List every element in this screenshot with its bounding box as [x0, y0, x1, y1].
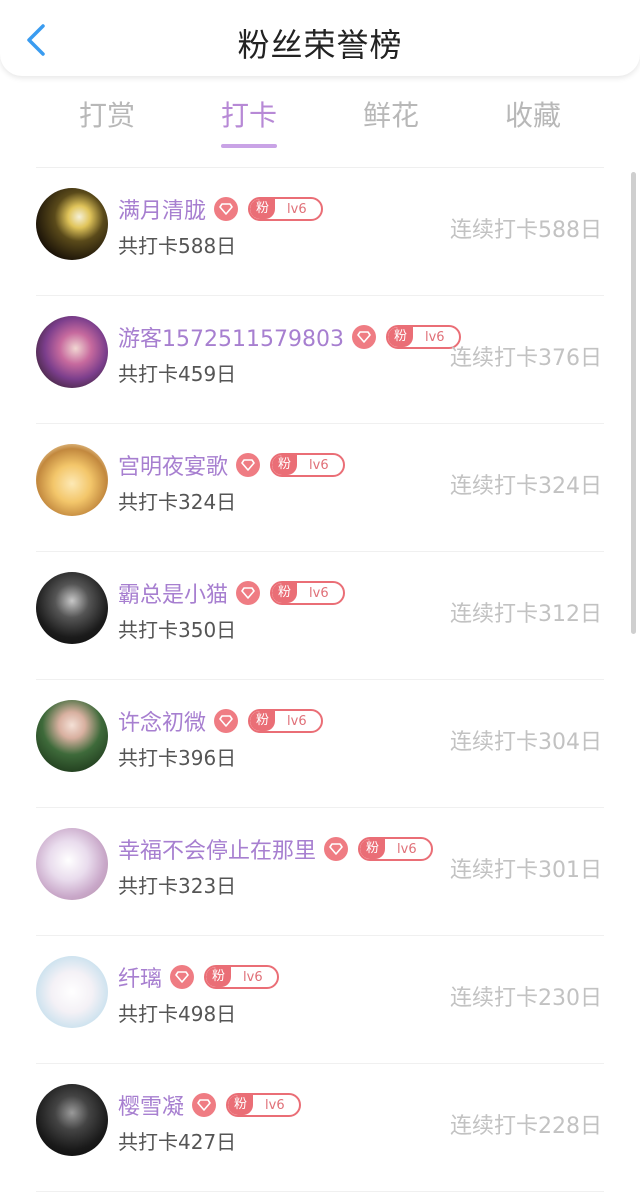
fan-name[interactable]: 樱雪凝: [118, 1089, 184, 1121]
total-checkins: 共打卡498日: [118, 1002, 237, 1026]
streak-checkins: 连续打卡301日: [450, 858, 602, 883]
avatar[interactable]: [36, 444, 108, 516]
fan-level-badge: 粉 lv6: [270, 453, 345, 477]
name-line: 幸福不会停止在那里 粉 lv6: [118, 832, 433, 866]
streak-checkins: 连续打卡312日: [450, 602, 602, 627]
fan-level-badge: 粉 lv6: [226, 1093, 301, 1117]
fan-level-badge: 粉 lv6: [358, 837, 433, 861]
tab-label: 打卡: [220, 99, 277, 132]
tab-bar: 打赏 打卡 鲜花 收藏: [0, 94, 640, 150]
diamond-icon: [236, 581, 261, 605]
tab-favorites[interactable]: 收藏: [473, 94, 593, 150]
avatar[interactable]: [36, 956, 108, 1028]
tab-underline: [221, 144, 277, 148]
fan-name[interactable]: 许念初微: [118, 705, 206, 737]
diamond-icon: [192, 1093, 217, 1117]
name-line: 满月清胧 粉 lv6: [118, 192, 323, 226]
fan-row[interactable]: 樱雪凝 粉 lv6 共打卡427日 连续打卡228日: [0, 1064, 640, 1192]
total-checkins: 共打卡588日: [118, 234, 237, 258]
fan-level-badge: 粉 lv6: [204, 965, 279, 989]
tab-checkin[interactable]: 打卡: [189, 94, 309, 150]
fan-badge-label: 粉: [360, 839, 386, 859]
fan-level: lv6: [309, 585, 329, 601]
fan-name[interactable]: 游客1572511579803: [118, 321, 344, 353]
scrollbar[interactable]: [631, 172, 636, 634]
tab-flowers[interactable]: 鲜花: [331, 94, 451, 150]
fan-level: lv6: [265, 1097, 285, 1113]
diamond-icon: [170, 965, 195, 989]
fan-level: lv6: [243, 969, 263, 985]
top-bar: 粉丝荣誉榜: [0, 0, 640, 76]
fan-badge-label: 粉: [206, 967, 232, 987]
total-checkins: 共打卡324日: [118, 490, 237, 514]
streak-checkins: 连续打卡304日: [450, 730, 602, 755]
diamond-icon: [214, 709, 239, 733]
fan-row[interactable]: 霸总是小猫 粉 lv6 共打卡350日 连续打卡312日: [0, 552, 640, 680]
total-checkins: 共打卡350日: [118, 618, 237, 642]
name-line: 游客1572511579803 粉 lv6: [118, 320, 461, 354]
fan-level-badge: 粉 lv6: [270, 581, 345, 605]
fan-name[interactable]: 满月清胧: [118, 193, 206, 225]
total-checkins: 共打卡323日: [118, 874, 237, 898]
fan-badge-label: 粉: [387, 327, 413, 347]
total-checkins: 共打卡427日: [118, 1130, 237, 1154]
fan-badge-label: 粉: [272, 583, 298, 603]
streak-checkins: 连续打卡324日: [450, 474, 602, 499]
fan-badge-label: 粉: [228, 1095, 254, 1115]
fan-row[interactable]: 纤璃 粉 lv6 共打卡498日 连续打卡230日: [0, 936, 640, 1064]
fan-badge-label: 粉: [250, 711, 276, 731]
tab-label: 打赏: [78, 99, 135, 132]
avatar[interactable]: [36, 188, 108, 260]
fan-row[interactable]: 幸福不会停止在那里 粉 lv6 共打卡323日 连续打卡301日: [0, 808, 640, 936]
fan-row[interactable]: 满月清胧 粉 lv6 共打卡588日 连续打卡588日: [0, 168, 640, 296]
fan-name[interactable]: 纤璃: [118, 961, 162, 993]
fan-level: lv6: [309, 457, 329, 473]
streak-checkins: 连续打卡376日: [450, 346, 602, 371]
fan-badge-label: 粉: [272, 455, 298, 475]
total-checkins: 共打卡459日: [118, 362, 237, 386]
name-line: 樱雪凝 粉 lv6: [118, 1088, 301, 1122]
fan-name[interactable]: 宫明夜宴歌: [118, 449, 228, 481]
avatar[interactable]: [36, 1084, 108, 1156]
tab-reward[interactable]: 打赏: [47, 94, 167, 150]
fan-name[interactable]: 幸福不会停止在那里: [118, 833, 316, 865]
name-line: 许念初微 粉 lv6: [118, 704, 323, 738]
fan-row[interactable]: 宫明夜宴歌 粉 lv6 共打卡324日 连续打卡324日: [0, 424, 640, 552]
avatar[interactable]: [36, 316, 108, 388]
fan-level: lv6: [397, 841, 417, 857]
streak-checkins: 连续打卡230日: [450, 986, 602, 1011]
diamond-icon: [324, 837, 349, 861]
total-checkins: 共打卡396日: [118, 746, 237, 770]
fan-name[interactable]: 霸总是小猫: [118, 577, 228, 609]
fan-level-badge: 粉 lv6: [248, 197, 323, 221]
avatar[interactable]: [36, 828, 108, 900]
diamond-icon: [236, 453, 261, 477]
diamond-icon: [214, 197, 239, 221]
avatar[interactable]: [36, 572, 108, 644]
tab-label: 收藏: [504, 99, 561, 132]
fan-badge-label: 粉: [250, 199, 276, 219]
tab-label: 鲜花: [362, 99, 419, 132]
fan-row[interactable]: 许念初微 粉 lv6 共打卡396日 连续打卡304日: [0, 680, 640, 808]
fan-row[interactable]: 游客1572511579803 粉 lv6 共打卡459日 连续打卡376日: [0, 296, 640, 424]
page-title: 粉丝荣誉榜: [237, 26, 403, 64]
diamond-icon: [351, 325, 376, 349]
fan-level: lv6: [287, 713, 307, 729]
streak-checkins: 连续打卡228日: [450, 1114, 602, 1139]
fan-list: 满月清胧粉 lv6 共打卡588日 连续打卡588日 游客1572511579803 粉 l…: [0, 168, 640, 1192]
avatar[interactable]: [36, 700, 108, 772]
streak-checkins: 连续打卡588日: [450, 218, 602, 243]
name-line: 宫明夜宴歌 粉 lv6: [118, 448, 345, 482]
fan-level-badge: 粉 lv6: [248, 709, 323, 733]
name-line: 霸总是小猫 粉 lv6: [118, 576, 345, 610]
name-line: 纤璃 粉 lv6: [118, 960, 279, 994]
fan-level: lv6: [287, 201, 307, 217]
